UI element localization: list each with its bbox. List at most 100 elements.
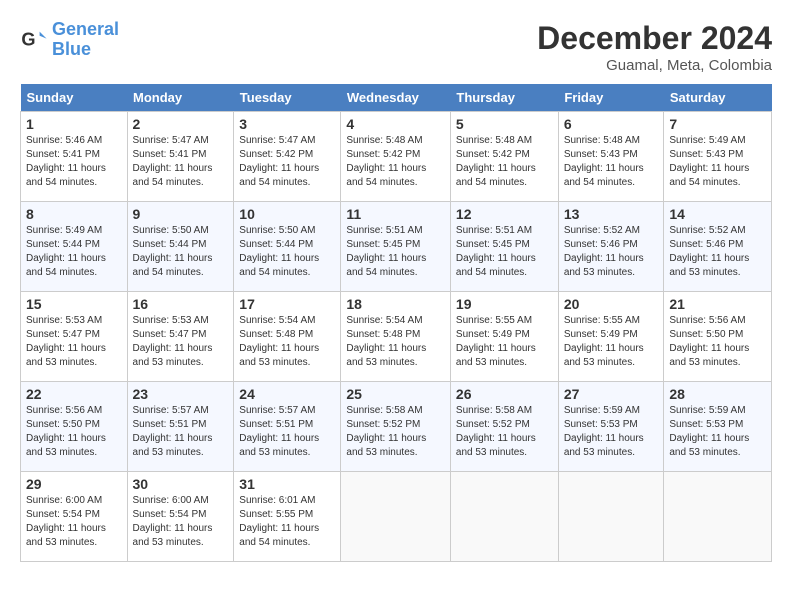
day-cell: 12 Sunrise: 5:51 AMSunset: 5:45 PMDaylig…	[450, 202, 558, 292]
day-number: 7	[669, 116, 766, 132]
day-info: Sunrise: 5:49 AMSunset: 5:43 PMDaylight:…	[669, 135, 749, 188]
day-cell: 10 Sunrise: 5:50 AMSunset: 5:44 PMDaylig…	[234, 202, 341, 292]
day-cell: 8 Sunrise: 5:49 AMSunset: 5:44 PMDayligh…	[21, 202, 128, 292]
day-cell: 18 Sunrise: 5:54 AMSunset: 5:48 PMDaylig…	[341, 292, 451, 382]
day-number: 17	[239, 296, 335, 312]
day-cell: 28 Sunrise: 5:59 AMSunset: 5:53 PMDaylig…	[664, 382, 772, 472]
day-info: Sunrise: 5:52 AMSunset: 5:46 PMDaylight:…	[564, 225, 644, 278]
day-cell: 24 Sunrise: 5:57 AMSunset: 5:51 PMDaylig…	[234, 382, 341, 472]
day-number: 4	[346, 116, 445, 132]
day-cell: 17 Sunrise: 5:54 AMSunset: 5:48 PMDaylig…	[234, 292, 341, 382]
week-row-1: 1 Sunrise: 5:46 AMSunset: 5:41 PMDayligh…	[21, 112, 772, 202]
location: Guamal, Meta, Colombia	[537, 57, 772, 74]
weekday-sunday: Sunday	[21, 84, 128, 112]
weekday-monday: Monday	[127, 84, 234, 112]
week-row-2: 8 Sunrise: 5:49 AMSunset: 5:44 PMDayligh…	[21, 202, 772, 292]
day-number: 30	[133, 476, 229, 492]
weekday-friday: Friday	[558, 84, 664, 112]
weekday-header-row: SundayMondayTuesdayWednesdayThursdayFrid…	[21, 84, 772, 112]
day-cell: 1 Sunrise: 5:46 AMSunset: 5:41 PMDayligh…	[21, 112, 128, 202]
day-info: Sunrise: 5:47 AMSunset: 5:41 PMDaylight:…	[133, 135, 213, 188]
weekday-saturday: Saturday	[664, 84, 772, 112]
day-number: 23	[133, 386, 229, 402]
day-info: Sunrise: 5:51 AMSunset: 5:45 PMDaylight:…	[456, 225, 536, 278]
day-cell: 23 Sunrise: 5:57 AMSunset: 5:51 PMDaylig…	[127, 382, 234, 472]
week-row-5: 29 Sunrise: 6:00 AMSunset: 5:54 PMDaylig…	[21, 472, 772, 562]
day-info: Sunrise: 5:59 AMSunset: 5:53 PMDaylight:…	[669, 405, 749, 458]
day-number: 28	[669, 386, 766, 402]
logo-icon: G	[20, 26, 48, 54]
day-cell: 9 Sunrise: 5:50 AMSunset: 5:44 PMDayligh…	[127, 202, 234, 292]
day-cell: 6 Sunrise: 5:48 AMSunset: 5:43 PMDayligh…	[558, 112, 664, 202]
day-number: 24	[239, 386, 335, 402]
day-cell: 25 Sunrise: 5:58 AMSunset: 5:52 PMDaylig…	[341, 382, 451, 472]
day-info: Sunrise: 5:57 AMSunset: 5:51 PMDaylight:…	[239, 405, 319, 458]
day-number: 20	[564, 296, 659, 312]
day-number: 16	[133, 296, 229, 312]
weekday-tuesday: Tuesday	[234, 84, 341, 112]
day-cell: 7 Sunrise: 5:49 AMSunset: 5:43 PMDayligh…	[664, 112, 772, 202]
day-cell: 14 Sunrise: 5:52 AMSunset: 5:46 PMDaylig…	[664, 202, 772, 292]
calendar: SundayMondayTuesdayWednesdayThursdayFrid…	[20, 84, 772, 562]
day-info: Sunrise: 5:54 AMSunset: 5:48 PMDaylight:…	[346, 315, 426, 368]
day-number: 2	[133, 116, 229, 132]
day-info: Sunrise: 5:57 AMSunset: 5:51 PMDaylight:…	[133, 405, 213, 458]
day-info: Sunrise: 5:55 AMSunset: 5:49 PMDaylight:…	[456, 315, 536, 368]
day-info: Sunrise: 6:01 AMSunset: 5:55 PMDaylight:…	[239, 495, 319, 548]
day-info: Sunrise: 5:56 AMSunset: 5:50 PMDaylight:…	[26, 405, 106, 458]
day-number: 18	[346, 296, 445, 312]
day-cell: 26 Sunrise: 5:58 AMSunset: 5:52 PMDaylig…	[450, 382, 558, 472]
day-cell	[450, 472, 558, 562]
day-cell: 31 Sunrise: 6:01 AMSunset: 5:55 PMDaylig…	[234, 472, 341, 562]
svg-text:G: G	[21, 29, 35, 49]
day-info: Sunrise: 5:49 AMSunset: 5:44 PMDaylight:…	[26, 225, 106, 278]
day-number: 10	[239, 206, 335, 222]
day-info: Sunrise: 5:50 AMSunset: 5:44 PMDaylight:…	[239, 225, 319, 278]
day-cell: 5 Sunrise: 5:48 AMSunset: 5:42 PMDayligh…	[450, 112, 558, 202]
day-cell	[341, 472, 451, 562]
day-number: 27	[564, 386, 659, 402]
day-cell: 4 Sunrise: 5:48 AMSunset: 5:42 PMDayligh…	[341, 112, 451, 202]
day-info: Sunrise: 5:51 AMSunset: 5:45 PMDaylight:…	[346, 225, 426, 278]
day-number: 14	[669, 206, 766, 222]
day-info: Sunrise: 5:48 AMSunset: 5:42 PMDaylight:…	[346, 135, 426, 188]
day-number: 26	[456, 386, 553, 402]
day-number: 1	[26, 116, 122, 132]
day-info: Sunrise: 5:55 AMSunset: 5:49 PMDaylight:…	[564, 315, 644, 368]
day-info: Sunrise: 5:53 AMSunset: 5:47 PMDaylight:…	[26, 315, 106, 368]
day-info: Sunrise: 5:50 AMSunset: 5:44 PMDaylight:…	[133, 225, 213, 278]
day-info: Sunrise: 6:00 AMSunset: 5:54 PMDaylight:…	[26, 495, 106, 548]
day-number: 5	[456, 116, 553, 132]
logo: G General Blue	[20, 20, 119, 60]
day-cell: 2 Sunrise: 5:47 AMSunset: 5:41 PMDayligh…	[127, 112, 234, 202]
day-cell: 22 Sunrise: 5:56 AMSunset: 5:50 PMDaylig…	[21, 382, 128, 472]
day-info: Sunrise: 5:58 AMSunset: 5:52 PMDaylight:…	[456, 405, 536, 458]
day-info: Sunrise: 5:59 AMSunset: 5:53 PMDaylight:…	[564, 405, 644, 458]
day-info: Sunrise: 5:54 AMSunset: 5:48 PMDaylight:…	[239, 315, 319, 368]
logo-line1: General	[52, 19, 119, 39]
day-cell: 30 Sunrise: 6:00 AMSunset: 5:54 PMDaylig…	[127, 472, 234, 562]
day-number: 9	[133, 206, 229, 222]
day-number: 15	[26, 296, 122, 312]
day-cell: 3 Sunrise: 5:47 AMSunset: 5:42 PMDayligh…	[234, 112, 341, 202]
day-cell: 19 Sunrise: 5:55 AMSunset: 5:49 PMDaylig…	[450, 292, 558, 382]
day-cell: 15 Sunrise: 5:53 AMSunset: 5:47 PMDaylig…	[21, 292, 128, 382]
weekday-thursday: Thursday	[450, 84, 558, 112]
day-number: 3	[239, 116, 335, 132]
day-info: Sunrise: 5:47 AMSunset: 5:42 PMDaylight:…	[239, 135, 319, 188]
day-cell	[664, 472, 772, 562]
day-info: Sunrise: 5:56 AMSunset: 5:50 PMDaylight:…	[669, 315, 749, 368]
day-number: 31	[239, 476, 335, 492]
calendar-body: 1 Sunrise: 5:46 AMSunset: 5:41 PMDayligh…	[21, 112, 772, 562]
day-info: Sunrise: 5:53 AMSunset: 5:47 PMDaylight:…	[133, 315, 213, 368]
day-number: 21	[669, 296, 766, 312]
week-row-3: 15 Sunrise: 5:53 AMSunset: 5:47 PMDaylig…	[21, 292, 772, 382]
month-year: December 2024	[537, 20, 772, 57]
day-info: Sunrise: 5:58 AMSunset: 5:52 PMDaylight:…	[346, 405, 426, 458]
logo-text: General Blue	[52, 20, 119, 60]
day-cell: 27 Sunrise: 5:59 AMSunset: 5:53 PMDaylig…	[558, 382, 664, 472]
weekday-wednesday: Wednesday	[341, 84, 451, 112]
day-cell: 13 Sunrise: 5:52 AMSunset: 5:46 PMDaylig…	[558, 202, 664, 292]
day-number: 6	[564, 116, 659, 132]
day-cell: 29 Sunrise: 6:00 AMSunset: 5:54 PMDaylig…	[21, 472, 128, 562]
